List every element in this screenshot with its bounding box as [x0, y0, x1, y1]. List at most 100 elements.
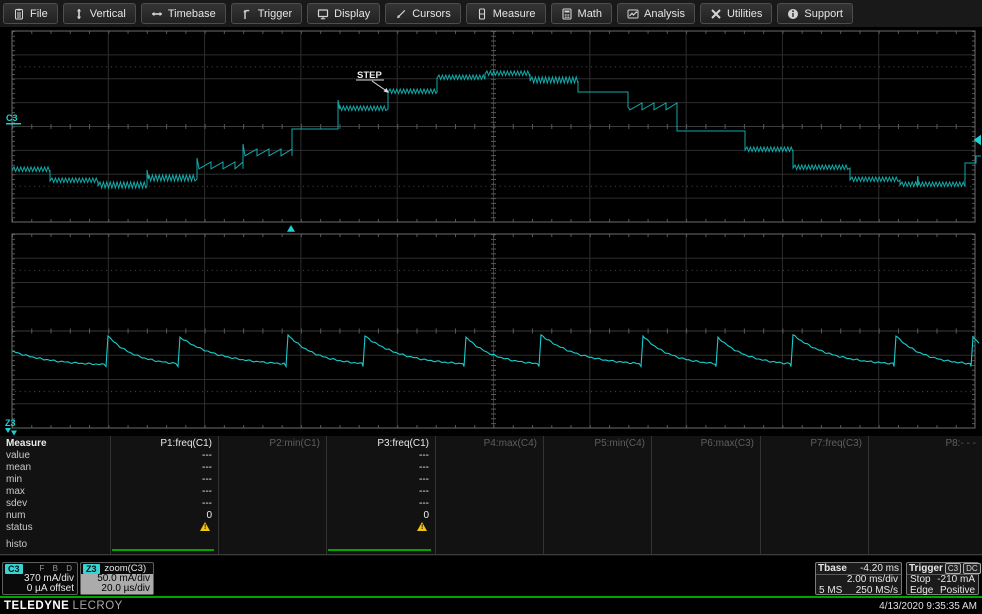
measure-num-p3: 0 [329, 510, 429, 521]
chart-icon [627, 8, 639, 20]
measure-column-header-p4[interactable]: P4:max(C4) [438, 438, 537, 449]
menu-button-label: Analysis [644, 8, 685, 20]
status-separator [0, 596, 982, 598]
measure-table-bottom-border [0, 554, 982, 555]
menu-button-timebase[interactable]: Timebase [141, 3, 226, 24]
tbase-label: Tbase [818, 563, 847, 574]
menu-button-trigger[interactable]: Trigger [231, 3, 302, 24]
menu-button-display[interactable]: Display [307, 3, 380, 24]
trigger-time-marker[interactable] [287, 225, 295, 232]
trigger-source-badge: C3 [945, 563, 961, 574]
measure-sdev-p1: --- [113, 498, 212, 509]
measure-column-header-p6[interactable]: P6:max(C3) [654, 438, 754, 449]
menu-button-math[interactable]: Math [551, 3, 612, 24]
z3-trace-label[interactable]: Z3 [5, 418, 16, 428]
z3-time-per-div: 20.0 µs/div [81, 584, 150, 594]
measure-row-label-sdev: sdev [6, 498, 27, 509]
trigger-mode: Stop [910, 575, 931, 586]
menu-button-label: File [30, 8, 48, 20]
menu-button-label: Support [804, 8, 843, 20]
z3-trace-badge: Z3 [83, 564, 100, 574]
column-separator [326, 436, 327, 554]
measure-row-label-mean: mean [6, 462, 31, 473]
tbase-delay: -4.20 ms [860, 563, 899, 574]
measure-value-p3: --- [329, 450, 429, 461]
trigger-edge-icon [241, 8, 253, 20]
measure-column-header-p8[interactable]: P8:- - - [871, 438, 976, 449]
tbase-sample-rate: 250 MS/s [856, 586, 898, 597]
measure-column-header-p1[interactable]: P1:freq(C1) [113, 438, 212, 449]
column-separator [868, 436, 869, 554]
measure-row-label-max: max [6, 486, 25, 497]
menu-button-label: Math [578, 8, 602, 20]
trigger-slope: Positive [940, 586, 975, 597]
cursor-icon [395, 8, 407, 20]
timebase-descriptor[interactable]: Tbase -4.20 ms 2.00 ms/div 5 MS 250 MS/s [815, 562, 902, 595]
menu-button-label: Measure [493, 8, 536, 20]
measure-table: Measurevaluemeanminmaxsdevnumstatushisto… [0, 436, 982, 556]
menu-button-analysis[interactable]: Analysis [617, 3, 695, 24]
brand-logo: TELEDYNE LECROY [4, 600, 123, 612]
step-annotation-label: STEP [357, 70, 382, 81]
tools-icon [710, 8, 722, 20]
measure-row-label-histo: histo [6, 539, 27, 550]
vertical-arrows-icon [73, 8, 85, 20]
measure-value-p1: --- [113, 450, 212, 461]
z3-offscreen-arrow [11, 431, 17, 436]
caliper-icon [476, 8, 488, 20]
menu-button-cursors[interactable]: Cursors [385, 3, 461, 24]
measure-row-label-value: value [6, 450, 30, 461]
measure-min-p1: --- [113, 474, 212, 485]
menu-button-support[interactable]: Support [777, 3, 853, 24]
measure-max-p3: --- [329, 486, 429, 497]
measure-column-header-p5[interactable]: P5:min(C4) [546, 438, 645, 449]
z3-offscreen-arrow [5, 428, 11, 433]
measure-column-header-p2[interactable]: P2:min(C1) [221, 438, 320, 449]
menu-button-label: Trigger [258, 8, 292, 20]
menu-button-vertical[interactable]: Vertical [63, 3, 136, 24]
column-separator [543, 436, 544, 554]
c3-zero-level-label[interactable]: C3 [6, 113, 18, 123]
column-separator [651, 436, 652, 554]
tbase-per-div: 2.00 ms/div [847, 575, 898, 586]
info-icon [787, 8, 799, 20]
trigger-label: Trigger [909, 563, 943, 574]
measure-row-label-status: status [6, 522, 33, 533]
menubar: File Vertical Timebase Trigger Display Cursor… [0, 0, 982, 27]
measure-sdev-p3: --- [329, 498, 429, 509]
column-separator [435, 436, 436, 554]
trigger-type: Edge [910, 586, 933, 597]
trigger-descriptor[interactable]: Trigger C3DC Stop -210 mA Edge Positive [906, 562, 979, 595]
measure-min-p3: --- [329, 474, 429, 485]
channel-descriptor-c3[interactable]: C3 F B D 370 mA/div 0 µA offset [2, 562, 78, 595]
trace-c3 [12, 71, 981, 188]
measure-status-warning-icon-p3: ! [417, 522, 428, 532]
c3-offset: 0 µA offset [3, 584, 77, 594]
zoom-descriptor-z3[interactable]: Z3 zoom(C3) 50.0 mA/div 20.0 µs/div [80, 562, 154, 595]
datetime-display: 4/13/2020 9:35:35 AM [879, 601, 977, 612]
measure-status-warning-icon-p1: ! [200, 522, 211, 532]
measure-histogram-baseline-p1 [112, 549, 214, 551]
menu-button-label: Display [334, 8, 370, 20]
horizontal-arrows-icon [151, 8, 163, 20]
measure-num-p1: 0 [113, 510, 212, 521]
menu-button-file[interactable]: File [3, 3, 58, 24]
menu-button-utilities[interactable]: Utilities [700, 3, 772, 24]
column-separator [218, 436, 219, 554]
trigger-level: -210 mA [937, 575, 975, 586]
menu-button-measure[interactable]: Measure [466, 3, 546, 24]
oscilloscope-app: STEP C3 Z3 File Vertical Timebase Trigger Disp… [0, 0, 982, 614]
menu-button-label: Cursors [412, 8, 451, 20]
tbase-samples: 5 MS [819, 586, 842, 597]
c3-coupling-flags: F B D [40, 564, 75, 573]
column-separator [760, 436, 761, 554]
trigger-coupling-badge: DC [963, 563, 981, 574]
measure-mean-p1: --- [113, 462, 212, 473]
measure-column-header-p7[interactable]: P7:freq(C3) [763, 438, 862, 449]
menu-button-label: Utilities [727, 8, 762, 20]
measure-row-label-num: num [6, 510, 25, 521]
calculator-icon [561, 8, 573, 20]
measure-histogram-baseline-p3 [328, 549, 431, 551]
menu-button-label: Vertical [90, 8, 126, 20]
measure-column-header-p3[interactable]: P3:freq(C1) [329, 438, 429, 449]
